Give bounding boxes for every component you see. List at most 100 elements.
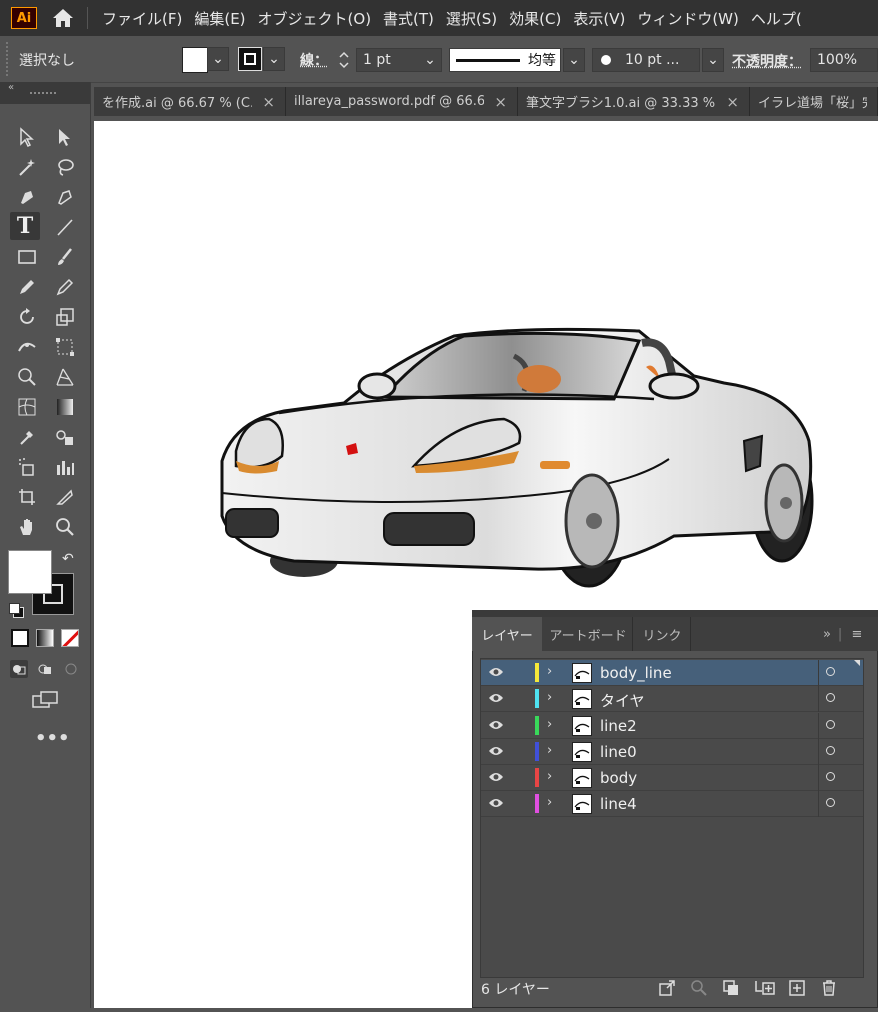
- clipping-mask-icon[interactable]: [721, 978, 741, 998]
- layer-name[interactable]: line4: [600, 795, 637, 813]
- mesh-tool-icon[interactable]: [12, 393, 42, 421]
- curvature-tool-icon[interactable]: [50, 183, 80, 211]
- tab-artboards[interactable]: アートボード: [544, 617, 633, 651]
- stroke-weight-stepper[interactable]: [334, 48, 354, 72]
- eye-icon[interactable]: [488, 719, 504, 735]
- scale-tool-icon[interactable]: [50, 303, 80, 331]
- tab-layers[interactable]: レイヤー: [472, 617, 542, 651]
- menu-item[interactable]: ウィンドウ(W): [631, 8, 745, 29]
- draw-behind-icon[interactable]: [36, 660, 54, 678]
- expand-panel-icon[interactable]: »: [818, 617, 836, 651]
- draw-normal-icon[interactable]: [10, 660, 28, 678]
- rectangle-tool-icon[interactable]: [12, 243, 42, 271]
- close-icon[interactable]: ×: [262, 93, 275, 111]
- target-icon[interactable]: [826, 746, 835, 755]
- layer-name[interactable]: body_line: [600, 664, 672, 682]
- gradient-tool-icon[interactable]: [50, 393, 80, 421]
- menu-item[interactable]: ファイル(F): [96, 8, 188, 29]
- chevron-right-icon[interactable]: ›: [547, 664, 552, 679]
- screen-mode-icon[interactable]: [31, 690, 59, 714]
- target-icon[interactable]: [826, 693, 835, 702]
- layer-row[interactable]: › line4: [481, 791, 863, 817]
- free-transform-tool-icon[interactable]: [50, 333, 80, 361]
- magic-wand-tool-icon[interactable]: [12, 153, 42, 181]
- width-tool-icon[interactable]: [12, 333, 42, 361]
- opacity-field[interactable]: 100%: [810, 48, 878, 72]
- eraser-tool-icon[interactable]: [50, 273, 80, 301]
- eye-icon[interactable]: [488, 745, 504, 761]
- more-tools-icon[interactable]: •••: [35, 728, 70, 749]
- trash-icon[interactable]: [819, 978, 839, 998]
- layer-name[interactable]: line0: [600, 743, 637, 761]
- stroke-swatch[interactable]: [238, 47, 262, 71]
- shape-builder-tool-icon[interactable]: [12, 363, 42, 391]
- collapse-icon[interactable]: «: [8, 82, 14, 93]
- pen-tool-icon[interactable]: [12, 183, 42, 211]
- menu-item[interactable]: 表示(V): [567, 8, 631, 29]
- hand-tool-icon[interactable]: [12, 513, 42, 541]
- fill-color-swatch[interactable]: [8, 550, 52, 594]
- document-tab[interactable]: イラレ道場「桜」完成: [750, 87, 878, 116]
- panel-grip[interactable]: [30, 92, 56, 98]
- eye-icon[interactable]: [488, 771, 504, 787]
- gradient-mode-icon[interactable]: [36, 629, 54, 647]
- stroke-profile-field[interactable]: 均等: [449, 48, 561, 72]
- none-mode-icon[interactable]: [61, 629, 79, 647]
- perspective-grid-tool-icon[interactable]: [50, 363, 80, 391]
- target-icon[interactable]: [826, 720, 835, 729]
- lasso-tool-icon[interactable]: [50, 153, 80, 181]
- rotate-tool-icon[interactable]: [12, 303, 42, 331]
- menu-item[interactable]: 効果(C): [503, 8, 567, 29]
- chevron-right-icon[interactable]: ›: [547, 717, 552, 732]
- column-graph-tool-icon[interactable]: [50, 453, 80, 481]
- chevron-right-icon[interactable]: ›: [547, 795, 552, 810]
- export-icon[interactable]: [657, 978, 677, 998]
- layer-row[interactable]: › body: [481, 765, 863, 791]
- layer-name[interactable]: body: [600, 769, 637, 787]
- swap-colors-icon[interactable]: ↶: [62, 551, 74, 567]
- menu-item[interactable]: 編集(E): [188, 8, 251, 29]
- target-icon[interactable]: [826, 667, 835, 676]
- new-layer-icon[interactable]: [787, 978, 807, 998]
- home-icon[interactable]: [49, 4, 77, 32]
- default-colors-icon[interactable]: [9, 603, 24, 618]
- opacity-label[interactable]: 不透明度：: [732, 51, 802, 71]
- chevron-right-icon[interactable]: ›: [547, 769, 552, 784]
- brush-dropdown-button[interactable]: ⌄: [702, 48, 724, 72]
- target-icon[interactable]: [826, 798, 835, 807]
- chevron-right-icon[interactable]: ›: [547, 743, 552, 758]
- layer-row[interactable]: › body_line: [481, 660, 863, 686]
- menu-item[interactable]: 書式(T): [377, 8, 440, 29]
- blend-tool-icon[interactable]: [50, 423, 80, 451]
- close-icon[interactable]: ×: [726, 93, 739, 111]
- brush-field[interactable]: 10 pt ...: [592, 48, 700, 72]
- stroke-label[interactable]: 線：: [300, 50, 328, 70]
- color-mode-icon[interactable]: [11, 629, 29, 647]
- layer-row[interactable]: › line0: [481, 739, 863, 765]
- eye-icon[interactable]: [488, 797, 504, 813]
- search-icon[interactable]: [689, 978, 709, 998]
- document-tab[interactable]: を作成.ai @ 66.67 % (C... ×: [94, 87, 286, 116]
- zoom-tool-icon[interactable]: [50, 513, 80, 541]
- target-icon[interactable]: [826, 772, 835, 781]
- layer-row[interactable]: › line2: [481, 713, 863, 739]
- tab-links[interactable]: リンク: [634, 617, 691, 651]
- slice-tool-icon[interactable]: [50, 483, 80, 511]
- eye-icon[interactable]: [488, 692, 504, 708]
- new-sublayer-icon[interactable]: [753, 978, 777, 998]
- chevron-right-icon[interactable]: ›: [547, 690, 552, 705]
- paintbrush-tool-icon[interactable]: [50, 243, 80, 271]
- pencil-tool-icon[interactable]: [12, 273, 42, 301]
- profile-dropdown-button[interactable]: ⌄: [563, 48, 585, 72]
- draw-inside-icon[interactable]: [62, 660, 80, 678]
- fill-dropdown-button[interactable]: ⌄: [207, 47, 229, 71]
- type-tool-icon[interactable]: T: [10, 212, 40, 240]
- panel-menu-icon[interactable]: ≡: [846, 617, 868, 651]
- document-tab[interactable]: 筆文字ブラシ1.0.ai @ 33.33 %... ×: [518, 87, 750, 116]
- stroke-dropdown-button[interactable]: ⌄: [263, 47, 285, 71]
- layer-name[interactable]: タイヤ: [600, 690, 645, 711]
- document-tab[interactable]: illareya_password.pdf @ 66.6... ×: [286, 87, 518, 116]
- menu-item[interactable]: ヘルプ(: [745, 8, 808, 29]
- symbol-sprayer-tool-icon[interactable]: [12, 453, 42, 481]
- eyedropper-tool-icon[interactable]: [12, 423, 42, 451]
